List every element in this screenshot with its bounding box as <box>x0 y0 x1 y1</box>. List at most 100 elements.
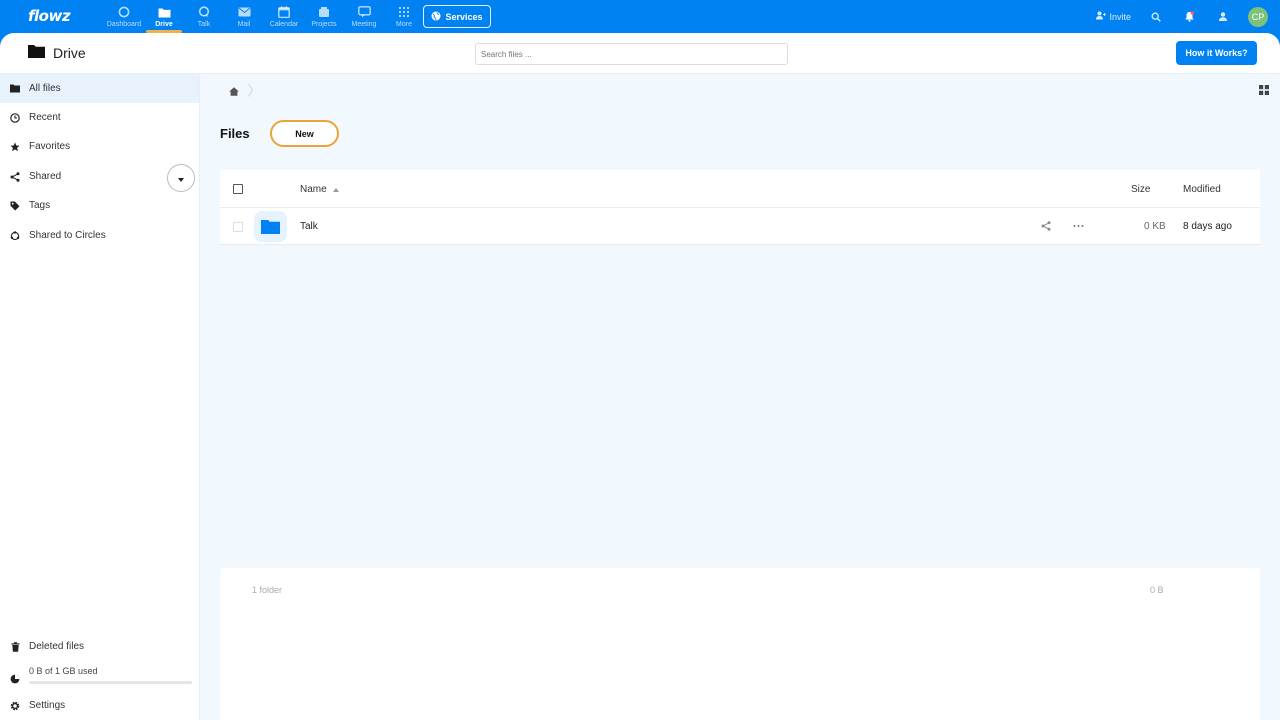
search-input[interactable] <box>475 43 788 65</box>
top-right-actions: Invite CP <box>1096 0 1280 33</box>
search-icon[interactable] <box>1149 10 1163 24</box>
gear-icon <box>10 701 20 711</box>
nav-label: Talk <box>197 21 211 28</box>
invite-button[interactable]: Invite <box>1096 11 1131 22</box>
star-icon <box>10 141 20 152</box>
nav-dashboard[interactable]: Dashboard <box>104 0 144 33</box>
nav-calendar[interactable]: Calendar <box>264 0 304 33</box>
table-header: Name Size Modified <box>220 170 1260 208</box>
file-modified: 8 days ago <box>1183 221 1232 232</box>
select-all-checkbox[interactable] <box>233 184 243 194</box>
quota-progress-bar <box>29 681 192 684</box>
nav-label: Mail <box>237 21 251 28</box>
sidebar-item-label: Recent <box>29 112 61 123</box>
sidebar-item-label: Favorites <box>29 141 71 152</box>
sidebar-item-label: All files <box>29 83 61 94</box>
shared-expand-toggle[interactable] <box>167 164 195 192</box>
flowz-logo[interactable]: flowz <box>28 7 71 25</box>
quota-label: 0 B of 1 GB used <box>29 666 98 676</box>
nav-label: Dashboard <box>106 21 142 28</box>
services-button[interactable]: Services <box>423 5 491 28</box>
sidebar-item-favorites[interactable]: Favorites <box>0 132 199 161</box>
services-label: Services <box>445 11 483 22</box>
how-it-works-button[interactable]: How it Works? <box>1176 41 1257 65</box>
invite-label: Invite <box>1109 11 1131 22</box>
sort-ascending-icon <box>332 184 339 195</box>
section-title: Files <box>220 126 250 141</box>
row-checkbox[interactable] <box>233 222 243 232</box>
table-row[interactable]: Talk 0 KB 8 days ago <box>220 208 1260 245</box>
mail-icon <box>237 5 251 19</box>
file-name[interactable]: Talk <box>300 221 318 232</box>
storage-quota: 0 B of 1 GB used <box>0 662 199 690</box>
file-list-area: Files New Name Size Modified Talk 0 KB 8… <box>200 74 1280 720</box>
nav-drive[interactable]: Drive <box>144 0 184 33</box>
dashboard-icon <box>117 5 131 19</box>
top-navbar: flowz Dashboard Drive Talk Mail Calendar… <box>0 0 1280 33</box>
nav-label: Projects <box>311 21 337 28</box>
share-icon <box>10 171 20 182</box>
user-avatar[interactable]: CP <box>1248 6 1268 27</box>
tag-icon <box>10 201 20 211</box>
summary-count: 1 folder <box>252 585 283 595</box>
file-table: Name Size Modified Talk 0 KB 8 days ago <box>220 170 1260 245</box>
nav-projects[interactable]: Projects <box>304 0 344 33</box>
nav-more[interactable]: More <box>384 0 424 33</box>
summary-total-size: 0 B <box>1150 585 1164 595</box>
sidebar-item-tags[interactable]: Tags <box>0 191 199 220</box>
column-header-size[interactable]: Size <box>1131 184 1150 195</box>
add-user-icon <box>1096 11 1107 22</box>
column-header-modified[interactable]: Modified <box>1183 184 1221 195</box>
pie-chart-icon <box>10 673 20 687</box>
more-actions-icon[interactable] <box>1073 221 1084 234</box>
clock-icon <box>10 112 20 123</box>
nav-mail[interactable]: Mail <box>224 0 264 33</box>
projects-icon <box>317 5 331 19</box>
share-icon[interactable] <box>1041 221 1051 234</box>
sidebar-item-label: Deleted files <box>29 641 85 652</box>
column-header-name[interactable]: Name <box>300 184 339 195</box>
app-header: Drive How it Works? <box>0 33 1280 74</box>
breadcrumb <box>229 83 254 100</box>
nav-label: More <box>396 21 412 28</box>
chat-icon <box>197 5 211 19</box>
nav-label: Drive <box>155 21 173 28</box>
nav-talk[interactable]: Talk <box>184 0 224 33</box>
globe-icon <box>431 11 441 23</box>
folder-icon <box>157 5 171 19</box>
file-size: 0 KB <box>1144 221 1166 232</box>
nav-label: Calendar <box>269 21 299 28</box>
sidebar-item-label: Settings <box>29 700 66 711</box>
folder-icon <box>10 84 20 94</box>
meeting-icon <box>357 5 371 19</box>
grid-view-toggle-icon[interactable] <box>1259 84 1269 98</box>
column-header-label: Name <box>300 184 327 195</box>
page-title: Drive <box>28 44 86 61</box>
sidebar-item-label: Shared to Circles <box>29 230 106 241</box>
sidebar-item-label: Tags <box>29 200 51 211</box>
sidebar-item-shared-to-circles[interactable]: Shared to Circles <box>0 221 199 250</box>
grid-icon <box>397 5 411 19</box>
page-title-text: Drive <box>53 44 86 61</box>
sidebar-item-all-files[interactable]: All files <box>0 74 199 103</box>
sidebar-item-settings[interactable]: Settings <box>0 691 199 720</box>
file-summary-footer: 1 folder 0 B <box>220 568 1260 720</box>
nav-meeting[interactable]: Meeting <box>344 0 384 33</box>
sidebar-item-recent[interactable]: Recent <box>0 103 199 132</box>
contacts-icon[interactable] <box>1215 10 1229 24</box>
app-switcher: Dashboard Drive Talk Mail Calendar Proje… <box>104 0 424 33</box>
home-icon[interactable] <box>229 85 239 99</box>
breadcrumb-separator-icon <box>248 83 254 100</box>
sidebar-item-label: Shared <box>29 171 62 182</box>
sidebar: All files Recent Favorites Shared Tags S… <box>0 74 200 720</box>
folder-icon <box>254 211 287 242</box>
folder-icon <box>28 44 45 61</box>
notification-bell-icon[interactable] <box>1182 10 1196 24</box>
trash-icon <box>10 641 20 652</box>
calendar-icon <box>277 5 291 19</box>
nav-label: Meeting <box>351 21 377 28</box>
caret-down-icon <box>178 171 184 185</box>
new-button[interactable]: New <box>270 120 339 147</box>
sidebar-item-deleted-files[interactable]: Deleted files <box>0 632 199 661</box>
circles-icon <box>10 230 20 241</box>
